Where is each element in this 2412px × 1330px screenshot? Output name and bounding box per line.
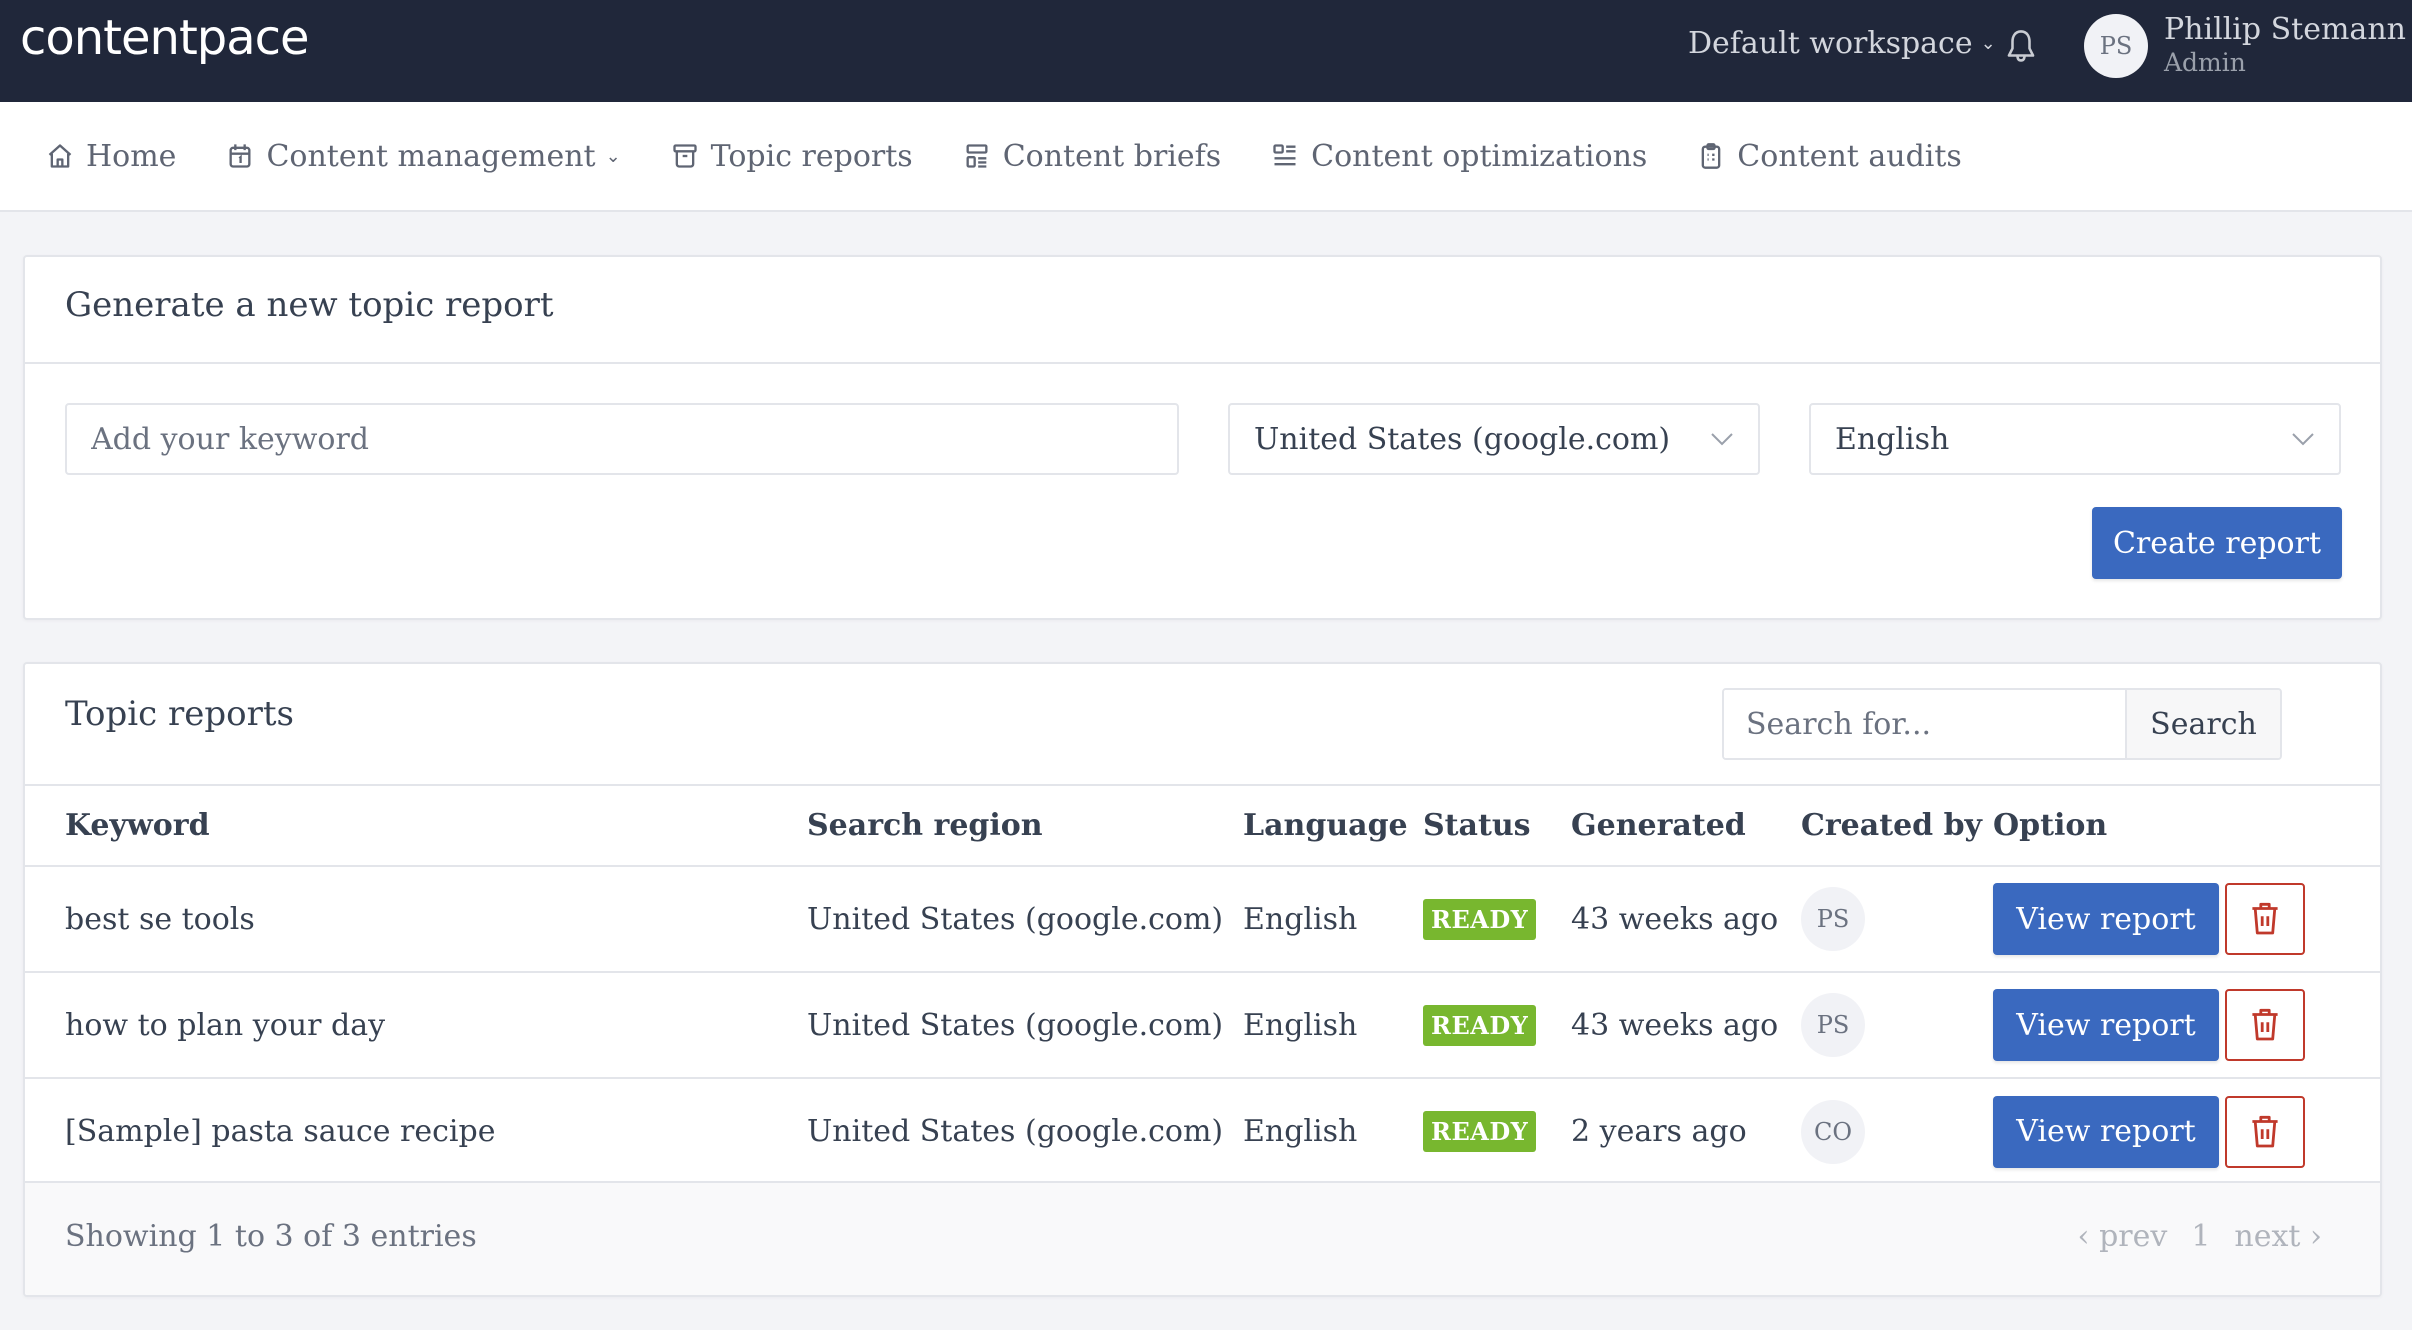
clipboard-icon bbox=[1701, 143, 1721, 169]
search-button[interactable]: Search bbox=[2125, 690, 2280, 758]
workspace-switcher[interactable]: Default workspace ⌄ bbox=[1688, 26, 1996, 61]
workspace-label: Default workspace bbox=[1688, 26, 1973, 61]
trash-icon bbox=[2252, 902, 2278, 935]
prev-page-link[interactable]: ‹ prev bbox=[2078, 1219, 2168, 1254]
create-report-button[interactable]: Create report bbox=[2092, 507, 2342, 579]
logo[interactable]: contentpace bbox=[20, 10, 310, 66]
main-nav: Home Content management ⌄ Topic reports … bbox=[0, 102, 2412, 212]
trash-icon bbox=[2252, 1115, 2278, 1147]
archive-icon bbox=[673, 144, 697, 168]
entries-count: Showing 1 to 3 of 3 entries bbox=[65, 1219, 477, 1254]
generated-cell: 43 weeks ago bbox=[1571, 901, 1779, 937]
user-avatar[interactable]: PS bbox=[2084, 14, 2148, 78]
generated-cell: 2 years ago bbox=[1571, 1114, 1747, 1149]
home-icon bbox=[48, 144, 72, 168]
column-header-language[interactable]: Language bbox=[1243, 785, 1423, 866]
nav-label: Content management bbox=[266, 138, 596, 174]
creator-avatar: CO bbox=[1801, 1099, 1865, 1164]
language-cell: English bbox=[1243, 1007, 1358, 1043]
language-select[interactable]: English bbox=[1809, 403, 2341, 475]
next-page-link[interactable]: next › bbox=[2234, 1219, 2322, 1254]
view-report-button[interactable]: View report bbox=[1993, 883, 2219, 955]
column-header-option: Option bbox=[1993, 808, 2108, 843]
status-badge: READY bbox=[1423, 1111, 1537, 1152]
generate-report-card: Generate a new topic report United State… bbox=[23, 255, 2382, 620]
keyword-field[interactable] bbox=[65, 403, 1179, 475]
generate-card-title: Generate a new topic report bbox=[65, 285, 554, 325]
delete-button[interactable] bbox=[2225, 883, 2305, 955]
column-header-created-by[interactable]: Created by bbox=[1801, 785, 1993, 866]
page-number[interactable]: 1 bbox=[2191, 1219, 2210, 1254]
divider bbox=[25, 362, 2380, 364]
region-cell: United States (google.com) bbox=[807, 1007, 1224, 1043]
language-cell: English bbox=[1243, 1114, 1358, 1149]
region-selected-value: United States (google.com) bbox=[1254, 421, 1671, 457]
keyword-cell: best se tools bbox=[65, 901, 255, 937]
search-group: Search bbox=[1722, 688, 2282, 760]
language-cell: English bbox=[1243, 901, 1358, 937]
keyword-cell: [Sample] pasta sauce recipe bbox=[65, 1114, 496, 1149]
chevron-down-icon: ⌄ bbox=[605, 145, 621, 167]
nav-label: Home bbox=[86, 138, 177, 174]
notifications-bell-icon[interactable] bbox=[2004, 28, 2038, 66]
table-row: [Sample] pasta sauce recipe United State… bbox=[25, 1078, 2380, 1184]
reports-table: Keyword Search region Language Status Ge… bbox=[25, 784, 2380, 1184]
region-cell: United States (google.com) bbox=[807, 1114, 1224, 1149]
status-badge: READY bbox=[1423, 1004, 1537, 1046]
delete-button[interactable] bbox=[2225, 989, 2305, 1061]
nav-item-content-briefs[interactable]: Content briefs bbox=[963, 139, 1221, 174]
column-header-search-region[interactable]: Search region bbox=[807, 785, 1243, 866]
user-role: Admin bbox=[2164, 48, 2246, 77]
search-region-select[interactable]: United States (google.com) bbox=[1228, 403, 1760, 475]
generated-cell: 43 weeks ago bbox=[1571, 1007, 1779, 1043]
delete-button[interactable] bbox=[2225, 1095, 2305, 1168]
keyword-input[interactable] bbox=[91, 421, 1177, 457]
column-header-status[interactable]: Status bbox=[1423, 785, 1571, 866]
status-badge: READY bbox=[1423, 898, 1537, 940]
chevron-down-icon bbox=[1711, 433, 1733, 446]
language-selected-value: English bbox=[1835, 421, 1950, 457]
nav-item-content-management[interactable]: Content management ⌄ bbox=[226, 138, 621, 174]
nav-label: Content audits bbox=[1737, 138, 1962, 174]
creator-avatar: PS bbox=[1801, 993, 1865, 1057]
creator-avatar: PS bbox=[1801, 887, 1865, 951]
table-row: how to plan your day United States (goog… bbox=[25, 972, 2380, 1078]
region-cell: United States (google.com) bbox=[807, 901, 1224, 937]
nav-label: Topic reports bbox=[710, 138, 913, 174]
nav-item-topic-reports[interactable]: Topic reports bbox=[671, 139, 913, 174]
table-footer: Showing 1 to 3 of 3 entries ‹ prev 1 nex… bbox=[25, 1181, 2380, 1295]
layout-list-icon bbox=[966, 144, 988, 168]
table-row: best se tools United States (google.com)… bbox=[25, 866, 2380, 972]
topic-reports-card: Topic reports Search Keyword Search regi… bbox=[23, 662, 2382, 1297]
nav-label: Content optimizations bbox=[1311, 138, 1648, 174]
column-header-keyword[interactable]: Keyword bbox=[25, 785, 807, 866]
chevron-down-icon: ⌄ bbox=[1980, 33, 1996, 54]
nav-item-home[interactable]: Home bbox=[46, 139, 176, 174]
nav-item-content-optimizations[interactable]: Content optimizations bbox=[1271, 139, 1647, 174]
user-name[interactable]: Phillip Stemann bbox=[2164, 12, 2406, 47]
reports-card-title: Topic reports bbox=[65, 694, 294, 734]
keyword-cell: how to plan your day bbox=[65, 1007, 386, 1043]
nav-item-content-audits[interactable]: Content audits bbox=[1697, 139, 1962, 174]
top-header: contentpace Default workspace ⌄ PS Phill… bbox=[0, 0, 2412, 102]
table-header-row: Keyword Search region Language Status Ge… bbox=[25, 785, 2380, 866]
search-input[interactable] bbox=[1724, 690, 2125, 758]
pagination: ‹ prev 1 next › bbox=[2078, 1219, 2322, 1254]
column-header-generated[interactable]: Generated bbox=[1571, 785, 1801, 866]
view-report-button[interactable]: View report bbox=[1993, 989, 2219, 1061]
align-list-icon bbox=[1273, 144, 1296, 166]
nav-label: Content briefs bbox=[1002, 138, 1222, 174]
trash-icon bbox=[2252, 1008, 2278, 1041]
chevron-down-icon bbox=[2292, 433, 2314, 446]
calendar-icon bbox=[229, 144, 251, 168]
view-report-button[interactable]: View report bbox=[1993, 1095, 2219, 1168]
